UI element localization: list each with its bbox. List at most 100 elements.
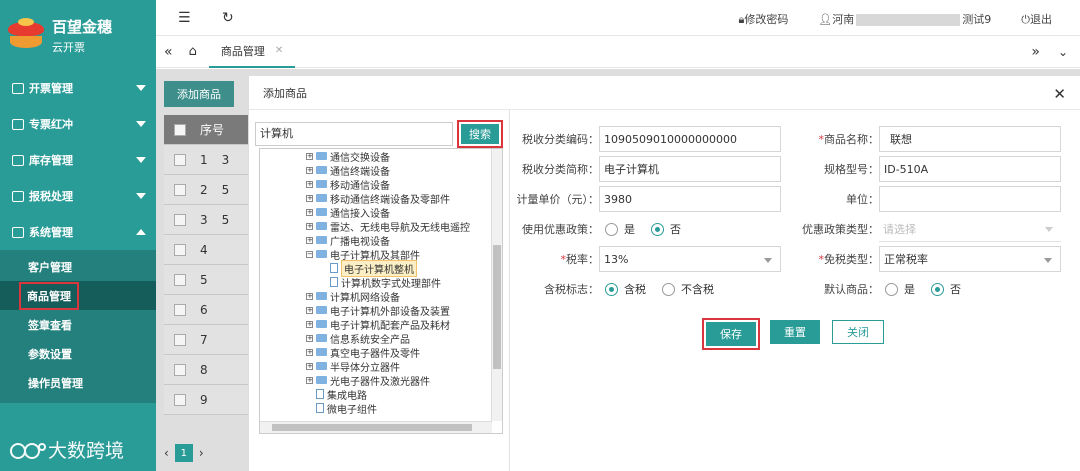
close-icon[interactable]: ✕: [275, 45, 283, 56]
collapse-icon[interactable]: −: [306, 250, 313, 258]
search-button[interactable]: 搜索: [457, 120, 503, 148]
expand-icon[interactable]: +: [306, 348, 313, 356]
logout-link[interactable]: ⏻退出: [1021, 11, 1052, 27]
expand-icon[interactable]: +: [306, 166, 313, 174]
tree-node[interactable]: + 雷达、无线电导航及无线电遥控: [306, 219, 470, 234]
row-checkbox[interactable]: [174, 303, 186, 316]
expand-icon[interactable]: +: [306, 208, 313, 216]
table-row[interactable]: 9: [164, 385, 254, 415]
row-checkbox[interactable]: [174, 213, 186, 226]
expand-icon[interactable]: +: [306, 222, 313, 230]
expand-icon[interactable]: +: [306, 292, 313, 300]
tax-short-field[interactable]: 电子计算机: [599, 156, 781, 182]
expand-icon[interactable]: +: [306, 236, 313, 244]
expand-icon[interactable]: +: [306, 362, 313, 370]
tree-node[interactable]: + 移动通信设备: [306, 177, 390, 192]
tree-node[interactable]: + 广播电视设备: [306, 233, 390, 248]
row-checkbox[interactable]: [174, 333, 186, 346]
tree-node[interactable]: + 真空电子器件及零件: [306, 345, 420, 360]
page-number[interactable]: 1: [174, 444, 193, 462]
user-info[interactable]: 👤︎河南 测试9: [818, 11, 991, 27]
default-no-radio[interactable]: [931, 282, 944, 296]
tree-node[interactable]: + 电子计算机外部设备及装置: [306, 303, 450, 318]
expand-icon[interactable]: +: [306, 334, 313, 342]
tax-exclusive-radio[interactable]: [662, 282, 675, 296]
menu-collapse-icon[interactable]: ☰: [178, 11, 192, 25]
sidebar-item-parameters[interactable]: 参数设置: [0, 339, 156, 368]
close-button[interactable]: 关闭: [832, 320, 884, 344]
model-field[interactable]: ID-510A: [879, 156, 1061, 182]
row-checkbox[interactable]: [174, 363, 186, 376]
table-row[interactable]: 13: [164, 145, 254, 175]
menu-red-flush[interactable]: 专票红冲: [0, 106, 156, 142]
close-icon[interactable]: ✕: [1053, 85, 1066, 103]
expand-icon[interactable]: +: [306, 376, 313, 384]
table-row[interactable]: 7: [164, 325, 254, 355]
home-icon[interactable]: ⌂: [189, 44, 197, 59]
save-button[interactable]: 保存: [706, 322, 756, 346]
exempt-select[interactable]: 正常税率: [879, 246, 1061, 272]
expand-icon[interactable]: +: [306, 194, 313, 202]
tree-node[interactable]: + 通信交换设备: [306, 149, 390, 164]
row-checkbox[interactable]: [174, 153, 186, 166]
horizontal-scrollbar[interactable]: [260, 421, 492, 433]
tree-node[interactable]: 电子计算机整机: [330, 259, 417, 277]
table-row[interactable]: 4: [164, 235, 254, 265]
row-checkbox[interactable]: [174, 273, 186, 286]
tree-node[interactable]: + 移动通信终端设备及零部件: [306, 191, 450, 206]
preferential-no-radio[interactable]: [651, 222, 664, 236]
default-yes-radio[interactable]: [885, 282, 898, 296]
table-row[interactable]: 35: [164, 205, 254, 235]
tree-node[interactable]: + 通信接入设备: [306, 205, 390, 220]
tab-products[interactable]: 商品管理 ✕: [208, 36, 296, 68]
unit-field[interactable]: [879, 186, 1061, 212]
tree-node[interactable]: + 信息系统安全产品: [306, 331, 410, 346]
expand-icon[interactable]: +: [306, 320, 313, 328]
table-row[interactable]: 6: [164, 295, 254, 325]
tree-node[interactable]: + 半导体分立器件: [306, 359, 400, 374]
row-checkbox[interactable]: [174, 393, 186, 406]
sidebar-item-customers[interactable]: 客户管理: [0, 252, 156, 281]
menu-inventory[interactable]: 库存管理: [0, 142, 156, 178]
refresh-icon[interactable]: ↻: [222, 11, 236, 25]
tax-rate-select[interactable]: 13%: [599, 246, 781, 272]
tree-node[interactable]: 集成电路: [316, 387, 367, 402]
add-product-button[interactable]: 添加商品: [164, 81, 234, 107]
menu-system[interactable]: 系统管理: [0, 214, 156, 250]
sidebar-item-products[interactable]: 商品管理: [0, 281, 156, 310]
tax-code-field[interactable]: 1090509010000000000: [599, 126, 781, 152]
prev-page-icon[interactable]: ‹: [164, 446, 169, 460]
table-row[interactable]: 8: [164, 355, 254, 385]
sidebar-item-operators[interactable]: 操作员管理: [0, 368, 156, 397]
tax-inclusive-radio[interactable]: [605, 282, 618, 296]
tabs-next-icon[interactable]: »: [1031, 44, 1040, 60]
select-all-checkbox[interactable]: [174, 123, 186, 136]
unit-price-field[interactable]: 3980: [599, 186, 781, 212]
tree-node[interactable]: + 计算机网络设备: [306, 289, 400, 304]
chevron-down-icon[interactable]: ⌄: [1058, 45, 1068, 59]
row-checkbox[interactable]: [174, 183, 186, 196]
tree-node[interactable]: 微电子组件: [316, 401, 377, 416]
menu-tax-report[interactable]: 报税处理: [0, 178, 156, 214]
search-input[interactable]: 计算机: [255, 122, 453, 146]
row-checkbox[interactable]: [174, 243, 186, 256]
table-row[interactable]: 25: [164, 175, 254, 205]
vertical-scrollbar[interactable]: [491, 149, 502, 421]
expand-icon[interactable]: +: [306, 306, 313, 314]
change-password-link[interactable]: 🔒︎修改密码: [738, 11, 788, 27]
tree-node[interactable]: + 光电子器件及激光器件: [306, 373, 430, 388]
reset-button[interactable]: 重置: [770, 320, 820, 344]
tree-node[interactable]: + 通信终端设备: [306, 163, 390, 178]
menu-invoice[interactable]: 开票管理: [0, 70, 156, 106]
tree-node[interactable]: + 电子计算机配套产品及耗材: [306, 317, 450, 332]
table-row[interactable]: 5: [164, 265, 254, 295]
tree-node[interactable]: 计算机数字式处理部件: [330, 275, 441, 290]
next-page-icon[interactable]: ›: [199, 446, 204, 460]
preferential-yes-radio[interactable]: [605, 222, 618, 236]
name-field[interactable]: 联想: [879, 126, 1061, 152]
policy-type-select[interactable]: 请选择: [879, 216, 1061, 242]
sidebar-item-signature[interactable]: 签章查看: [0, 310, 156, 339]
expand-icon[interactable]: +: [306, 180, 313, 188]
expand-icon[interactable]: +: [306, 152, 313, 160]
tabs-prev-icon[interactable]: «: [164, 44, 173, 60]
